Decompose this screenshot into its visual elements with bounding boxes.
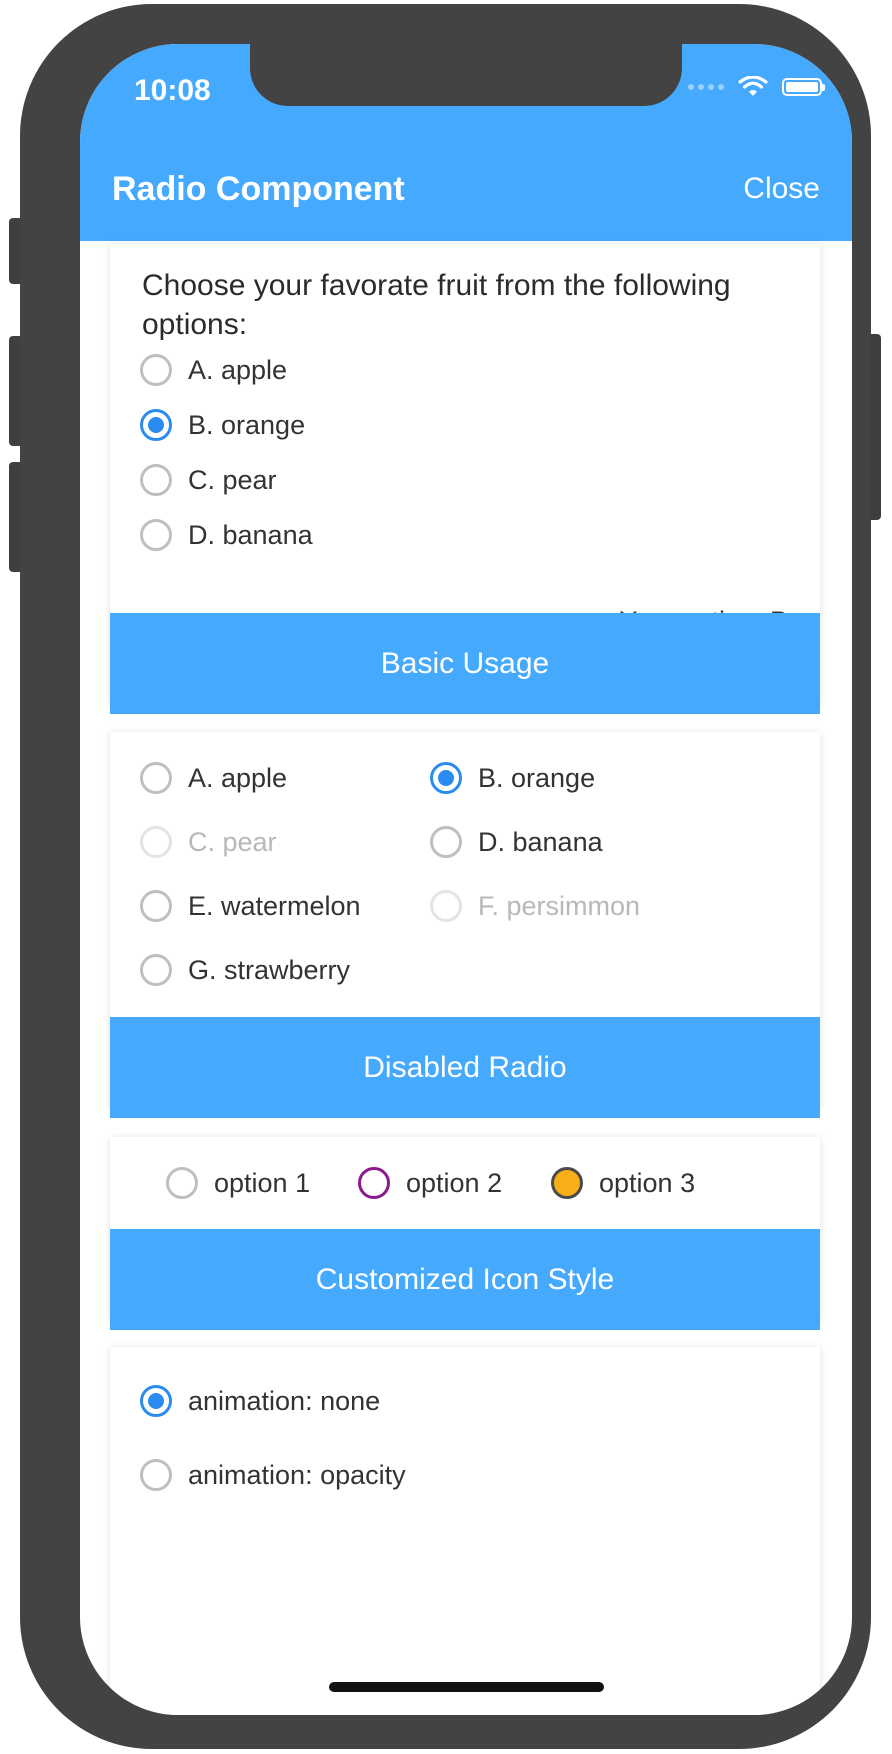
radio-label: animation: opacity: [188, 1459, 406, 1490]
radio-label: B. orange: [478, 762, 596, 793]
notch: [250, 44, 682, 106]
radio-label: G. strawberry: [188, 954, 351, 985]
custom-icon-style-button[interactable]: Customized Icon Style: [110, 1229, 820, 1330]
radio-label: option 1: [214, 1167, 311, 1198]
radio-unchecked-icon: [166, 1167, 198, 1199]
radio-option-banana[interactable]: D. banana: [140, 519, 313, 551]
radio-unchecked-icon: [140, 1459, 172, 1491]
close-button[interactable]: Close: [743, 172, 820, 206]
battery-icon: [782, 78, 825, 96]
radio-option-animation-none[interactable]: animation: none: [140, 1385, 380, 1417]
radio-option-persimmon-disabled: F. persimmon: [430, 890, 640, 922]
radio-checked-icon: [140, 1385, 172, 1417]
radio-unchecked-icon: [140, 762, 172, 794]
disabled-radio-card: A. apple B. orange C. pear D. banana E. …: [110, 732, 820, 1118]
radio-label: A. apple: [188, 354, 288, 385]
custom-icon-card: option 1 option 2 option 3 Customized Ic…: [110, 1137, 820, 1330]
radio-option-strawberry[interactable]: G. strawberry: [140, 954, 350, 986]
radio-checked-icon: [140, 409, 172, 441]
radio-option-pear-disabled: C. pear: [140, 826, 277, 858]
radio-disabled-icon: [140, 826, 172, 858]
radio-option-animation-opacity[interactable]: animation: opacity: [140, 1459, 406, 1491]
radio-label: D. banana: [478, 826, 603, 857]
status-icons: [688, 76, 825, 98]
question-text: Choose your favorate fruit from the foll…: [142, 269, 731, 341]
radio-option-apple[interactable]: A. apple: [140, 354, 287, 386]
radio-option-pear[interactable]: C. pear: [140, 464, 277, 496]
radio-unchecked-icon: [140, 354, 172, 386]
home-indicator[interactable]: [329, 1682, 604, 1692]
radio-option-orange[interactable]: B. orange: [140, 409, 305, 441]
radio-label: C. pear: [188, 464, 277, 495]
radio-unchecked-icon: [140, 464, 172, 496]
radio-option-1[interactable]: option 1: [166, 1167, 310, 1199]
radio-label: E. watermelon: [188, 890, 361, 921]
radio-label: B. orange: [188, 409, 306, 440]
orange-radio-icon: [551, 1167, 583, 1199]
radio-label: C. pear: [188, 826, 277, 857]
radio-option-2[interactable]: option 2: [358, 1167, 502, 1199]
radio-option-orange[interactable]: B. orange: [430, 762, 595, 794]
radio-unchecked-icon: [140, 890, 172, 922]
radio-option-banana[interactable]: D. banana: [430, 826, 603, 858]
radio-unchecked-icon: [140, 954, 172, 986]
radio-label: option 2: [406, 1167, 503, 1198]
radio-option-3[interactable]: option 3: [551, 1167, 695, 1199]
disabled-radio-button[interactable]: Disabled Radio: [110, 1017, 820, 1118]
radio-label: A. apple: [188, 762, 288, 793]
page-title: Radio Component: [112, 170, 405, 208]
wifi-icon: [738, 76, 768, 96]
purple-radio-icon: [358, 1167, 390, 1199]
basic-usage-button[interactable]: Basic Usage: [110, 613, 820, 714]
radio-label: option 3: [599, 1167, 696, 1198]
radio-disabled-icon: [430, 890, 462, 922]
radio-label: D. banana: [188, 519, 313, 550]
radio-label: F. persimmon: [478, 890, 641, 921]
radio-option-apple[interactable]: A. apple: [140, 762, 287, 794]
phone-screen: 10:08 Radio Component Close Choose your …: [80, 44, 852, 1715]
basic-usage-card: Choose your favorate fruit from the foll…: [110, 244, 820, 714]
radio-label: animation: none: [188, 1385, 381, 1416]
radio-checked-icon: [430, 762, 462, 794]
radio-unchecked-icon: [430, 826, 462, 858]
radio-unchecked-icon: [140, 519, 172, 551]
cellular-signal-icon: [688, 84, 724, 90]
status-time: 10:08: [134, 74, 211, 107]
phone-frame: 10:08 Radio Component Close Choose your …: [20, 4, 871, 1749]
animation-card: animation: none animation: opacity: [110, 1347, 820, 1715]
radio-option-watermelon[interactable]: E. watermelon: [140, 890, 361, 922]
